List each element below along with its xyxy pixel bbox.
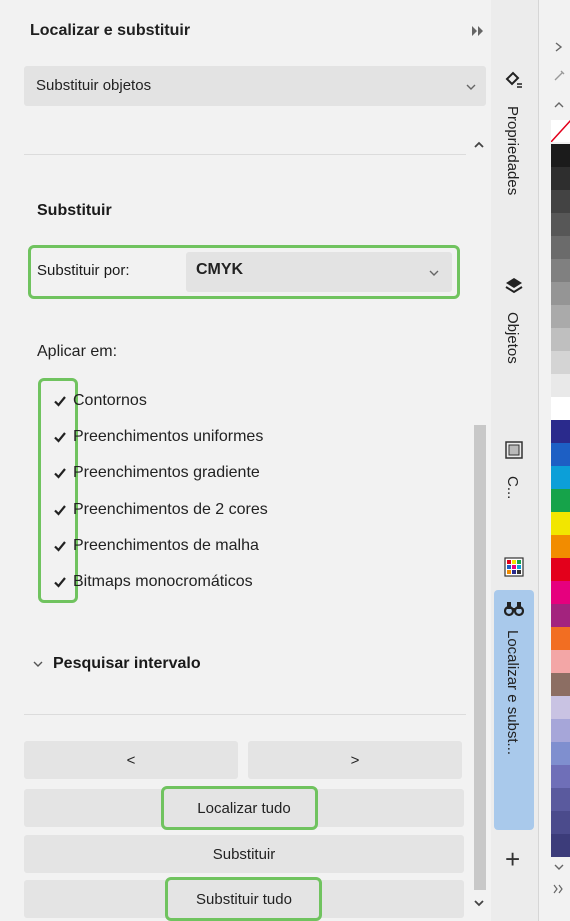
- option-label: Bitmaps monocromáticos: [73, 573, 253, 590]
- double-chevron-right-icon[interactable]: [553, 884, 565, 894]
- divider: [24, 154, 466, 155]
- color-swatch[interactable]: [551, 765, 570, 788]
- color-swatch[interactable]: [551, 558, 570, 581]
- search-range-label: Pesquisar intervalo: [53, 655, 201, 672]
- no-color-swatch[interactable]: [551, 120, 570, 142]
- replace-by-label: Substituir por:: [37, 262, 130, 279]
- replace-button[interactable]: Substituir: [24, 835, 464, 873]
- color-swatch[interactable]: [551, 742, 570, 765]
- docker-titlebar: Localizar e substituir: [0, 0, 524, 60]
- checkbox-checked-icon[interactable]: [52, 502, 68, 518]
- color-swatch[interactable]: [551, 627, 570, 650]
- chevron-right-icon[interactable]: [553, 42, 565, 52]
- properties-icon: [505, 71, 522, 88]
- color-swatch[interactable]: [551, 489, 570, 512]
- add-docker-button[interactable]: +: [505, 846, 520, 872]
- option-label: Preenchimentos de malha: [73, 537, 259, 554]
- tab-label: C...: [504, 476, 521, 500]
- frame-icon: [505, 441, 523, 459]
- option-uniform-fills[interactable]: Preenchimentos uniformes: [52, 425, 263, 449]
- find-all-highlight: [161, 786, 318, 830]
- color-swatch[interactable]: [551, 834, 570, 857]
- docker-title: Localizar e substituir: [30, 22, 191, 39]
- option-label: Preenchimentos uniformes: [73, 428, 264, 445]
- chevron-down-icon: [429, 270, 439, 276]
- color-swatch[interactable]: [551, 259, 570, 282]
- color-swatch[interactable]: [551, 788, 570, 811]
- tab-label: Propriedades: [504, 106, 521, 196]
- color-grid-icon[interactable]: [504, 557, 524, 577]
- color-swatch[interactable]: [551, 236, 570, 259]
- checkbox-checked-icon[interactable]: [52, 538, 68, 554]
- binoculars-icon: [504, 602, 524, 617]
- color-swatch[interactable]: [551, 167, 570, 190]
- replace-section-title: Substituir: [37, 202, 112, 219]
- option-mono-bitmaps[interactable]: Bitmaps monocromáticos: [52, 570, 253, 594]
- checkbox-checked-icon[interactable]: [52, 393, 68, 409]
- color-swatch[interactable]: [551, 604, 570, 627]
- replace-by-dropdown[interactable]: CMYK: [186, 252, 452, 292]
- tab-find-replace[interactable]: Localizar e subst...: [494, 590, 534, 830]
- tab-properties[interactable]: Propriedades: [494, 62, 534, 257]
- color-swatch[interactable]: [551, 190, 570, 213]
- checkbox-checked-icon[interactable]: [52, 574, 68, 590]
- color-swatch[interactable]: [551, 535, 570, 558]
- search-range-toggle[interactable]: Pesquisar intervalo: [32, 655, 201, 673]
- chevron-down-icon: [33, 661, 43, 667]
- checkbox-checked-icon[interactable]: [52, 429, 68, 445]
- replace-all-highlight: [165, 877, 322, 921]
- color-swatch[interactable]: [551, 305, 570, 328]
- option-label: Preenchimentos de 2 cores: [73, 501, 268, 518]
- option-two-color-fills[interactable]: Preenchimentos de 2 cores: [52, 498, 268, 522]
- chevron-down-icon[interactable]: [553, 862, 565, 872]
- find-replace-docker: Localizar e substituir Substituir objeto…: [0, 0, 524, 921]
- color-palette: [538, 0, 570, 921]
- chevron-down-icon: [466, 84, 476, 90]
- mode-dropdown-value: Substituir objetos: [36, 77, 152, 94]
- color-swatch[interactable]: [551, 466, 570, 489]
- scrollbar-thumb[interactable]: [474, 425, 486, 890]
- color-swatch[interactable]: [551, 213, 570, 236]
- scroll-up-icon[interactable]: [472, 138, 486, 152]
- color-swatch[interactable]: [551, 443, 570, 466]
- option-mesh-fills[interactable]: Preenchimentos de malha: [52, 534, 259, 558]
- layers-icon: [505, 278, 523, 294]
- color-swatch[interactable]: [551, 512, 570, 535]
- docker-tab-strip: Propriedades Objetos C... Localizar e su…: [491, 0, 538, 921]
- replace-by-value: CMYK: [196, 261, 244, 278]
- color-swatch[interactable]: [551, 650, 570, 673]
- color-swatch[interactable]: [551, 328, 570, 351]
- find-next-button[interactable]: >: [248, 741, 462, 779]
- color-swatch[interactable]: [551, 719, 570, 742]
- find-previous-button[interactable]: <: [24, 741, 238, 779]
- option-label: Preenchimentos gradiente: [73, 464, 260, 481]
- color-swatch[interactable]: [551, 673, 570, 696]
- color-swatch[interactable]: [551, 811, 570, 834]
- mode-dropdown[interactable]: Substituir objetos: [24, 66, 486, 106]
- color-swatch[interactable]: [551, 420, 570, 443]
- tab-label: Objetos: [504, 312, 521, 364]
- tab-objects[interactable]: Objetos: [494, 268, 534, 418]
- checkbox-checked-icon[interactable]: [52, 465, 68, 481]
- color-swatch[interactable]: [551, 282, 570, 305]
- apply-to-label: Aplicar em:: [37, 343, 118, 360]
- tab-label: Localizar e subst...: [504, 630, 521, 756]
- option-contours[interactable]: Contornos: [52, 389, 147, 413]
- color-swatch[interactable]: [551, 351, 570, 374]
- color-swatch[interactable]: [551, 144, 570, 167]
- tab-c[interactable]: C...: [494, 428, 534, 548]
- eyedropper-icon[interactable]: [553, 68, 567, 82]
- option-gradient-fills[interactable]: Preenchimentos gradiente: [52, 461, 260, 485]
- chevron-up-icon[interactable]: [553, 100, 565, 110]
- divider: [24, 714, 466, 715]
- option-label: Contornos: [73, 392, 147, 409]
- double-chevron-right-icon[interactable]: [467, 20, 489, 42]
- color-swatch[interactable]: [551, 581, 570, 604]
- color-swatch[interactable]: [551, 696, 570, 719]
- replace-label: Substituir: [212, 845, 276, 863]
- scroll-down-icon[interactable]: [472, 896, 486, 910]
- color-swatch[interactable]: [551, 397, 570, 420]
- color-swatch[interactable]: [551, 374, 570, 397]
